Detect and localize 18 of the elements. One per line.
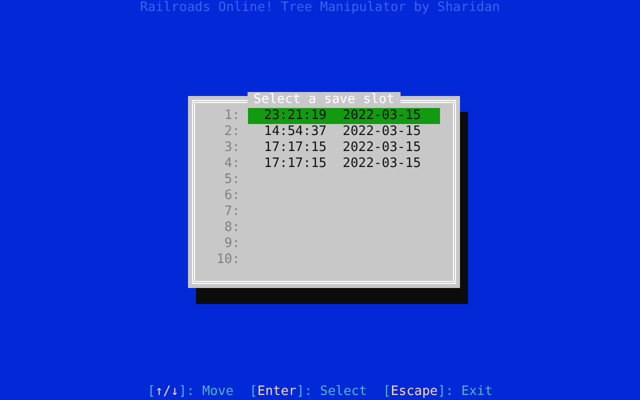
save-slot-entry[interactable]: 17:17:15 2022-03-15 [248,156,440,172]
slot-number: 7: [223,204,240,220]
key-hint: [Enter]: Select [250,384,367,400]
slot-number: 9: [223,236,240,252]
slot-number: 1: [223,108,240,124]
save-slot-entry[interactable]: 23:21:19 2022-03-15 [248,108,440,124]
slot-number: 3: [223,140,240,156]
save-slot-entry[interactable]: 17:17:15 2022-03-15 [248,140,440,156]
app-title: Railroads Online! Tree Manipulator by Sharidan [140,0,500,16]
slot-number: 2: [223,124,240,140]
slot-number: 8: [223,220,240,236]
save-slot-entry[interactable]: 14:54:37 2022-03-15 [248,124,440,140]
slot-number: 5: [223,172,240,188]
slot-number: 4: [223,156,240,172]
slot-number: 6: [223,188,240,204]
key-hint: [Escape]: Exit [382,384,493,400]
slot-number: 10: [216,252,240,268]
key-hint: [↑/↓]: Move [147,384,234,400]
